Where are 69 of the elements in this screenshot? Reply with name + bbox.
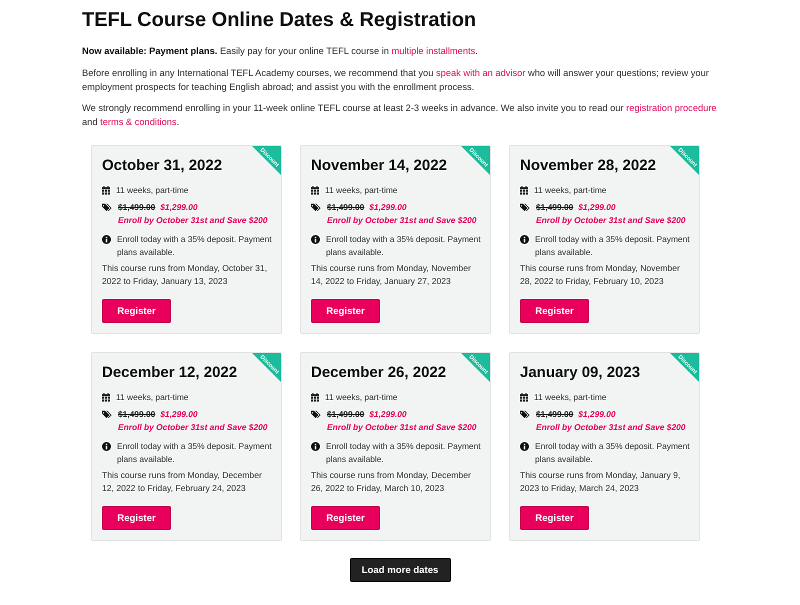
promo-text: Enroll by October 31st and Save $200 xyxy=(536,214,686,227)
tags-icon xyxy=(520,203,530,212)
register-button[interactable]: Register xyxy=(102,299,171,323)
duration-text: 11 weeks, part-time xyxy=(534,391,606,404)
schedule-text: This course runs from Monday, December 26, 2022 to Friday, March 10, 2023 xyxy=(311,469,472,495)
duration-text: 11 weeks, part-time xyxy=(325,391,398,404)
schedule-text: This course runs from Monday, November 28, 2022 to Friday, February 10, 2023 xyxy=(520,262,681,288)
register-button[interactable]: Register xyxy=(311,299,380,323)
schedule-text: This course runs from Monday, December 12, 2022 to Friday, February 24, 2023 xyxy=(102,469,263,495)
deposit-note: Enroll today with a 35% deposit. Payment plans available. xyxy=(535,233,691,259)
schedule-text: This course runs from Monday, November 14, 2022 to Friday, January 27, 2023 xyxy=(311,262,472,288)
calendar-icon xyxy=(102,186,110,195)
original-price: $1,499.00 xyxy=(118,408,156,421)
info-icon xyxy=(520,235,529,244)
load-more-button[interactable]: Load more dates xyxy=(350,558,450,582)
intro-paragraph: Now available: Payment plans. Easily pay for your online TEFL course in multiple installments. xyxy=(82,45,479,58)
original-price: $1,499.00 xyxy=(118,201,156,214)
calendar-icon xyxy=(311,393,319,402)
deposit-note: Enroll today with a 35% deposit. Payment plans available. xyxy=(326,233,482,259)
duration-text: 11 weeks, part-time xyxy=(325,184,398,197)
sale-price: $1,299.00 xyxy=(578,408,616,421)
register-button[interactable]: Register xyxy=(520,506,589,530)
calendar-icon xyxy=(520,393,528,402)
tags-icon xyxy=(102,203,112,212)
info-icon xyxy=(102,442,111,451)
info-icon xyxy=(311,235,320,244)
duration-text: 11 weeks, part-time xyxy=(116,184,188,197)
text-link[interactable]: speak with an advisor xyxy=(436,68,526,78)
sale-price: $1,299.00 xyxy=(369,201,407,214)
text-link[interactable]: multiple installments xyxy=(392,46,476,56)
info-icon xyxy=(311,442,320,451)
promo-text: Enroll by October 31st and Save $200 xyxy=(327,421,476,434)
schedule-text: This course runs from Monday, October 31, 2022 to Friday, January 13, 2023 xyxy=(102,262,268,288)
deposit-note: Enroll today with a 35% deposit. Payment plans available. xyxy=(326,440,482,466)
tags-icon xyxy=(102,410,112,419)
original-price: $1,499.00 xyxy=(327,201,364,214)
text-link[interactable]: registration procedure xyxy=(626,103,717,113)
schedule-text: This course runs from Monday, January 9, 2023 to Friday, March 24, 2023 xyxy=(520,469,682,495)
info-icon xyxy=(102,235,111,244)
deposit-note: Enroll today with a 35% deposit. Payment plans available. xyxy=(117,233,273,259)
promo-text: Enroll by October 31st and Save $200 xyxy=(118,421,268,434)
duration-text: 11 weeks, part-time xyxy=(116,391,188,404)
sale-price: $1,299.00 xyxy=(160,408,198,421)
tags-icon xyxy=(311,203,321,212)
promo-text: Enroll by October 31st and Save $200 xyxy=(327,214,476,227)
register-button[interactable]: Register xyxy=(520,299,589,323)
page-title: TEFL Course Online Dates & Registration xyxy=(82,8,478,32)
deposit-note: Enroll today with a 35% deposit. Payment plans available. xyxy=(117,440,273,466)
info-icon xyxy=(520,442,529,451)
original-price: $1,499.00 xyxy=(536,201,574,214)
promo-text: Enroll by October 31st and Save $200 xyxy=(118,214,268,227)
duration-text: 11 weeks, part-time xyxy=(534,184,606,197)
text-link[interactable]: terms & conditions xyxy=(100,117,177,127)
calendar-icon xyxy=(520,186,528,195)
intro-paragraph: We strongly recommend enrolling in your 11-week online TEFL course at least 2-3 weeks in advance. We also invite you to read our registration procedure and terms & conditions. xyxy=(82,102,718,129)
sale-price: $1,299.00 xyxy=(369,408,407,421)
original-price: $1,499.00 xyxy=(536,408,574,421)
promo-text: Enroll by October 31st and Save $200 xyxy=(536,421,686,434)
deposit-note: Enroll today with a 35% deposit. Payment plans available. xyxy=(535,440,691,466)
sale-price: $1,299.00 xyxy=(160,201,198,214)
register-button[interactable]: Register xyxy=(311,506,380,530)
tags-icon xyxy=(311,410,321,419)
tags-icon xyxy=(520,410,530,419)
register-button[interactable]: Register xyxy=(102,506,171,530)
intro-paragraph: Before enrolling in any International TEFL Academy courses, we recommend that you speak with an advisor who will answer your questions; review your employment prospects for teaching English abroad; and assist you with the enrollment process. xyxy=(82,66,710,94)
sale-price: $1,299.00 xyxy=(578,201,616,214)
calendar-icon xyxy=(311,186,319,195)
original-price: $1,499.00 xyxy=(327,408,364,421)
calendar-icon xyxy=(102,393,110,402)
